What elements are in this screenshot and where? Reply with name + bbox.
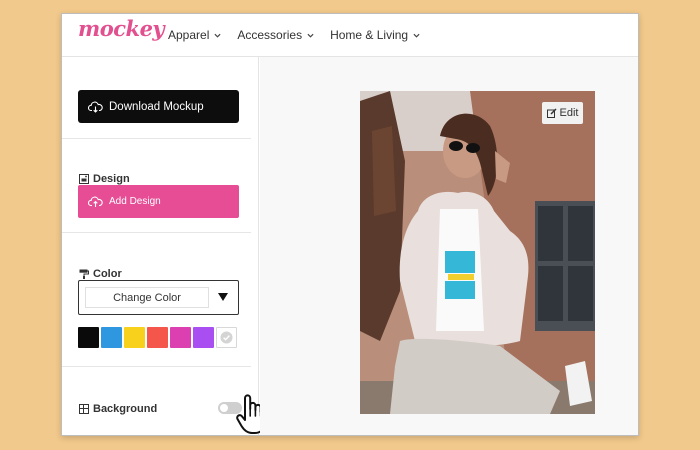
chevron-down-icon <box>214 33 221 38</box>
cloud-download-icon <box>88 101 103 113</box>
chevron-down-icon <box>413 33 420 38</box>
divider <box>62 366 251 367</box>
divider <box>62 232 251 233</box>
nav-item-label: Apparel <box>168 28 210 42</box>
app-window: mockey Apparel Accessories Home & Living… <box>61 13 639 436</box>
color-swatch-yellow[interactable] <box>124 327 145 348</box>
dropdown-arrow-icon[interactable] <box>218 293 228 301</box>
nav-menu: Apparel Accessories Home & Living <box>168 28 436 42</box>
chevron-down-icon <box>307 33 314 38</box>
color-swatch-purple[interactable] <box>193 327 214 348</box>
background-icon <box>79 404 89 414</box>
more-colors-button[interactable] <box>216 327 237 348</box>
top-navbar: mockey Apparel Accessories Home & Living <box>62 14 638 57</box>
color-swatch-black[interactable] <box>78 327 99 348</box>
nav-item-home-living[interactable]: Home & Living <box>330 28 420 42</box>
nav-item-apparel[interactable]: Apparel <box>168 28 221 42</box>
background-title: Background <box>93 403 158 415</box>
design-title: Design <box>93 173 130 185</box>
edit-label: Edit <box>559 107 579 119</box>
change-color-dropdown[interactable]: Change Color <box>78 280 239 315</box>
divider <box>62 138 251 139</box>
color-section-title: Color <box>79 268 122 280</box>
nav-item-label: Home & Living <box>330 28 409 42</box>
color-swatch-red[interactable] <box>147 327 168 348</box>
color-swatches <box>78 327 239 348</box>
color-swatch-blue[interactable] <box>101 327 122 348</box>
background-section-title: Background <box>79 403 157 415</box>
edit-button[interactable]: Edit <box>542 102 583 124</box>
mockup-preview-image[interactable]: Edit <box>360 91 595 414</box>
add-design-button[interactable]: Add Design <box>78 185 239 218</box>
design-icon <box>79 174 89 184</box>
cloud-upload-icon <box>88 196 103 207</box>
nav-item-label: Accessories <box>237 28 303 42</box>
download-mockup-button[interactable]: Download Mockup <box>78 90 239 123</box>
sidebar: Download Mockup Design Add Design Color … <box>62 57 267 435</box>
color-swatch-magenta[interactable] <box>170 327 191 348</box>
mockey-logo[interactable]: mockey <box>78 16 165 41</box>
color-title: Color <box>93 268 122 280</box>
edit-icon <box>546 108 557 118</box>
paint-roller-icon <box>79 269 89 279</box>
download-label: Download Mockup <box>109 100 204 113</box>
preview-area: Edit <box>260 57 638 435</box>
toggle-knob <box>220 404 228 412</box>
design-section-title: Design <box>79 173 130 185</box>
change-color-label[interactable]: Change Color <box>85 287 209 308</box>
nav-item-accessories[interactable]: Accessories <box>237 28 314 42</box>
mockup-photo <box>360 91 595 414</box>
add-design-label: Add Design <box>109 196 161 207</box>
check-circle-icon <box>220 331 233 344</box>
